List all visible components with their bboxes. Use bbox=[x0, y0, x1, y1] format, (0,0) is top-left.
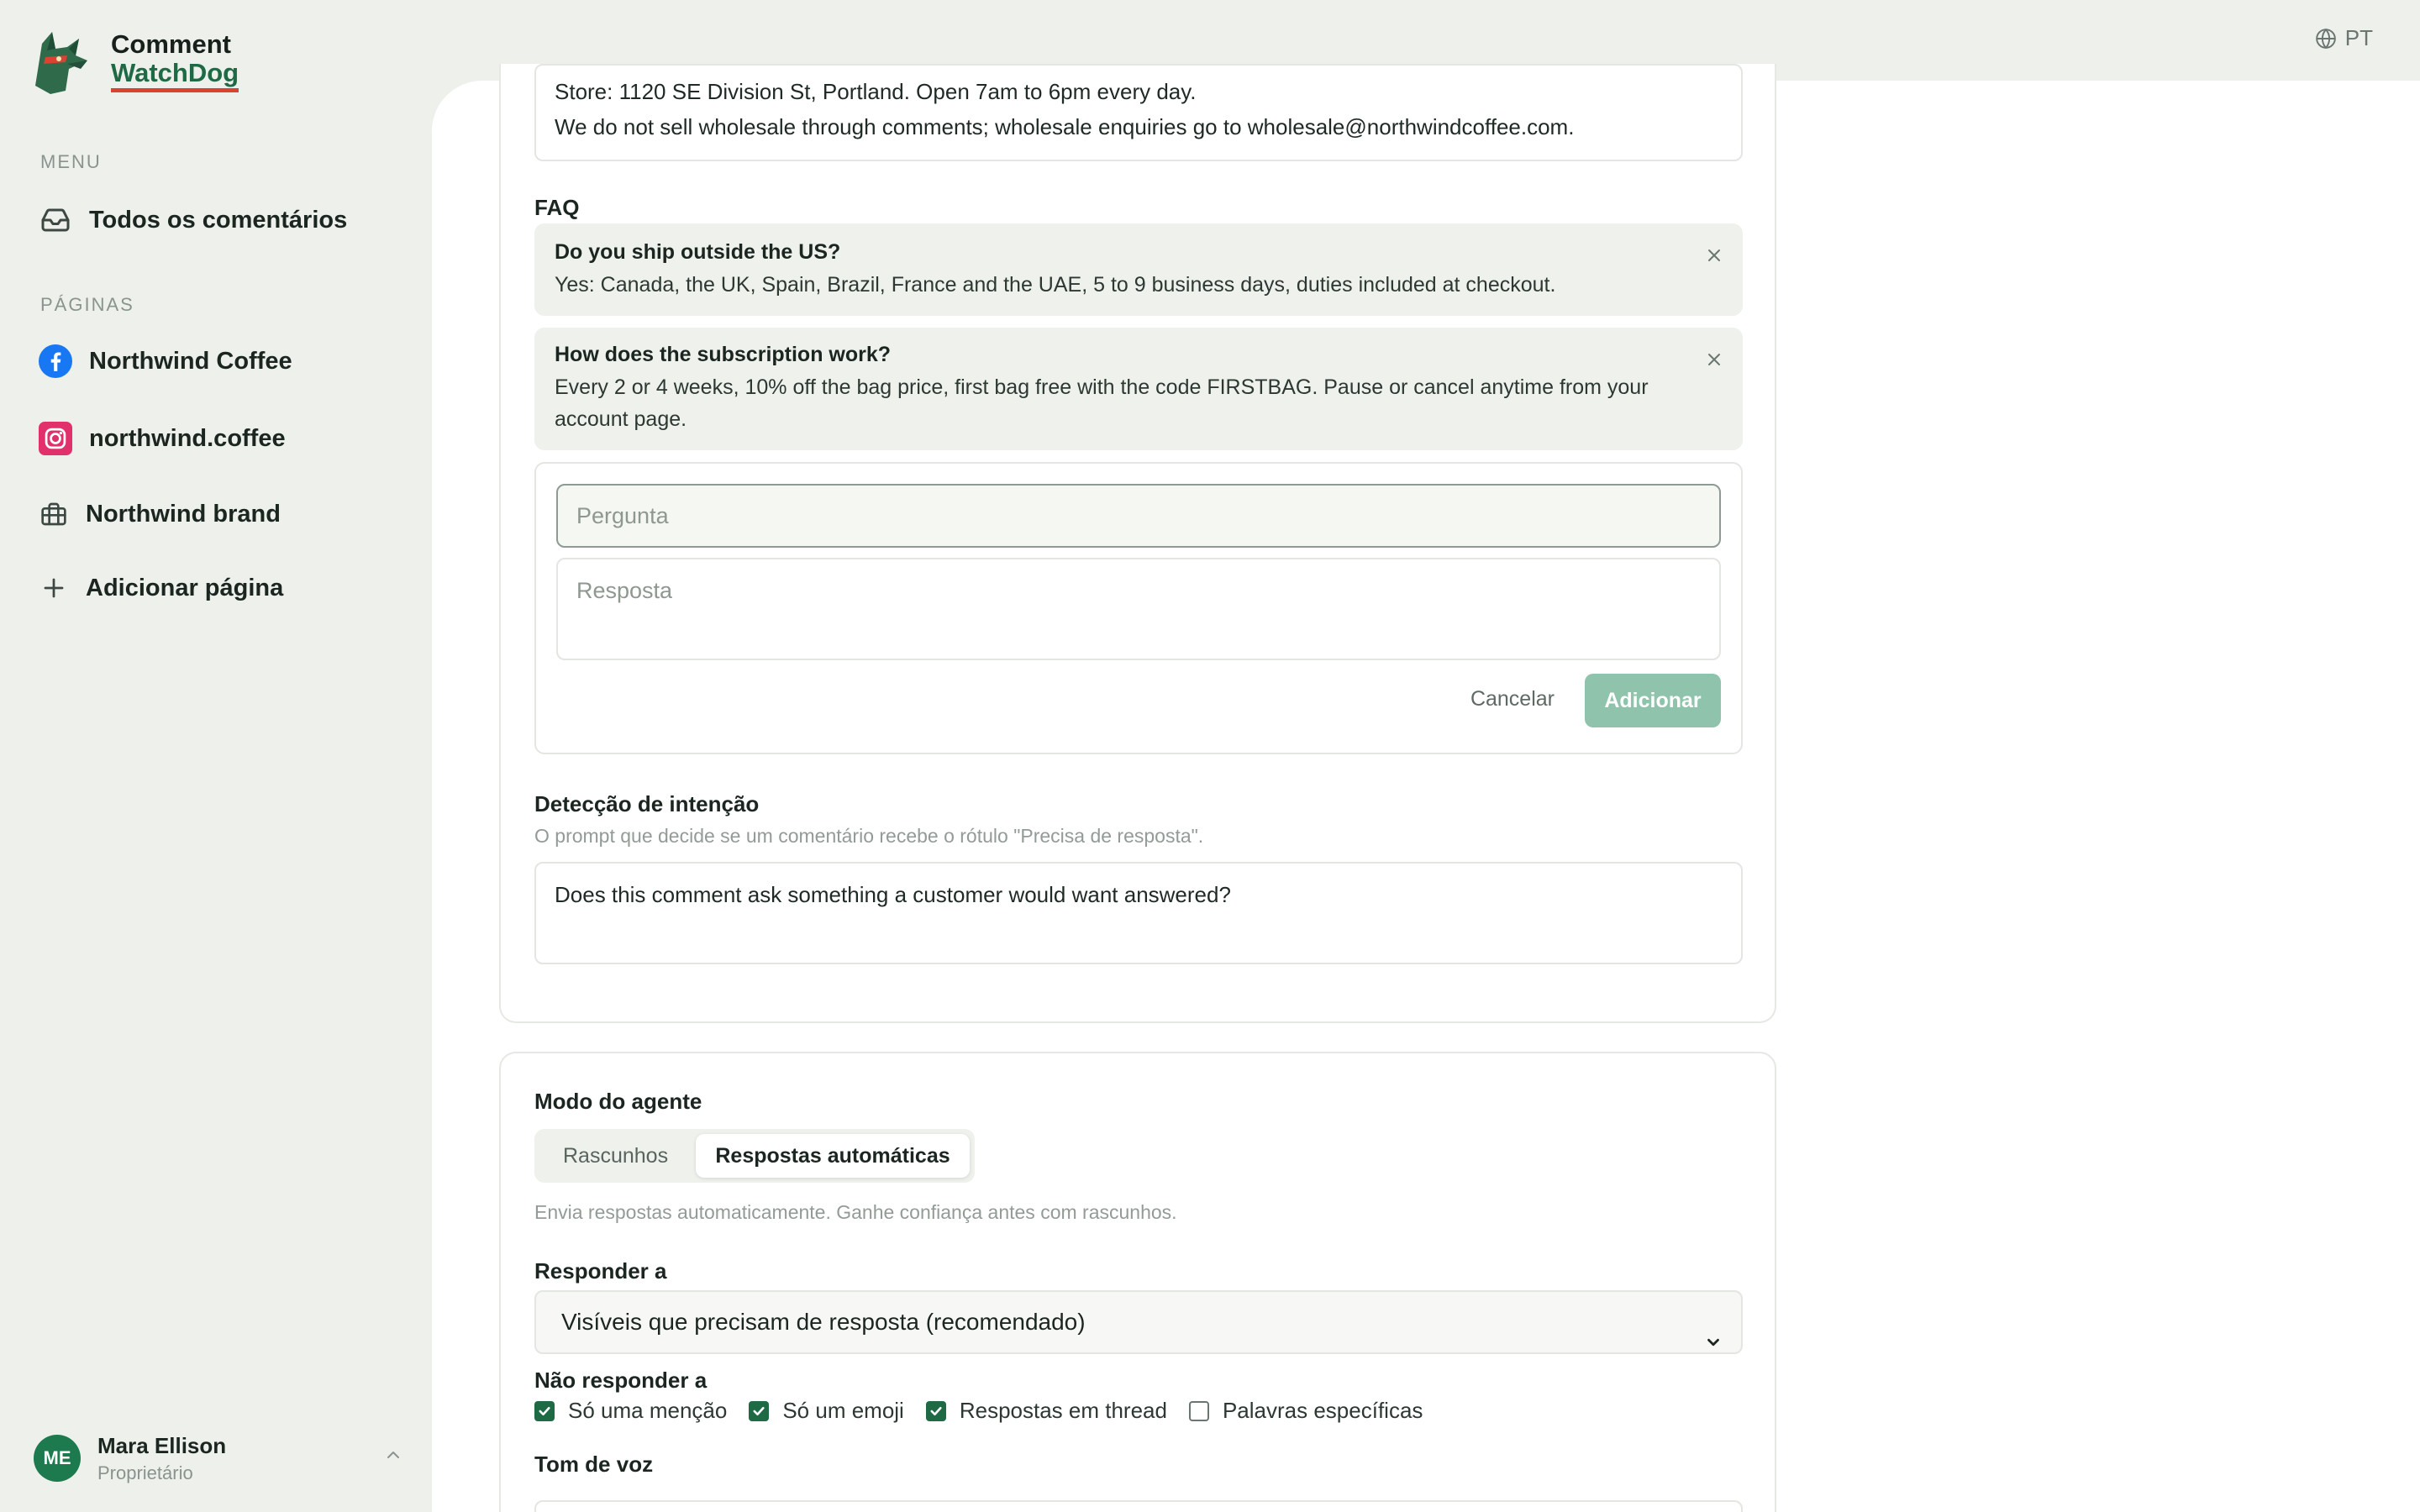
user-menu[interactable]: ME Mara Ellison Proprietário bbox=[34, 1433, 403, 1483]
chevron-up-icon bbox=[383, 1445, 403, 1469]
tab-drafts[interactable]: Rascunhos bbox=[563, 1144, 668, 1168]
checkbox-only-mention[interactable]: Só uma menção bbox=[534, 1398, 727, 1424]
app-root: Comment WatchDog MENU Todos os comentári… bbox=[0, 0, 2420, 1512]
checkbox-label: Respostas em thread bbox=[959, 1398, 1167, 1423]
business-info-line-1: Store: 1120 SE Division St, Portland. Op… bbox=[555, 79, 1197, 104]
inbox-icon bbox=[39, 203, 72, 237]
intent-detection-help: O prompt que decide se um comentário rec… bbox=[534, 825, 1204, 847]
business-info-line-2: We do not sell wholesale through comment… bbox=[555, 114, 1575, 139]
faq-answer-input[interactable]: Resposta bbox=[556, 558, 1721, 660]
faq-item: How does the subscription work? Every 2 … bbox=[534, 328, 1743, 450]
cancel-button[interactable]: Cancelar bbox=[1470, 687, 1555, 711]
agent-mode-label: Modo do agente bbox=[534, 1089, 702, 1114]
pages-section-label: PÁGINAS bbox=[40, 294, 134, 315]
dont-reply-label: Não responder a bbox=[534, 1368, 708, 1393]
faq-answer: Yes: Canada, the UK, Spain, Brazil, Fran… bbox=[555, 273, 1556, 297]
remove-faq-close-icon[interactable] bbox=[1704, 245, 1724, 270]
instagram-icon bbox=[39, 422, 72, 455]
facebook-icon bbox=[39, 344, 72, 378]
logo-text-watchdog: WatchDog bbox=[111, 58, 239, 92]
add-faq-button[interactable]: Adicionar bbox=[1585, 674, 1721, 727]
checkbox-checked-icon bbox=[925, 1400, 946, 1421]
checkbox-checked-icon bbox=[534, 1400, 555, 1421]
agent-mode-toggle: Rascunhos Respostas automáticas bbox=[534, 1129, 975, 1183]
tone-of-voice-label: Tom de voz bbox=[534, 1452, 654, 1477]
exclusion-checkboxes: Só uma menção Só um emoji Respostas em t… bbox=[534, 1398, 1444, 1424]
globe-icon bbox=[2315, 28, 2336, 49]
agent-mode-help: Envia respostas automaticamente. Ganhe c… bbox=[534, 1201, 1177, 1223]
logo-text-comment: Comment bbox=[111, 29, 231, 60]
faq-question: Do you ship outside the US? bbox=[555, 240, 841, 264]
checkbox-checked-icon bbox=[749, 1400, 770, 1421]
logo[interactable]: Comment WatchDog bbox=[27, 27, 239, 96]
chevron-down-icon bbox=[1704, 1314, 1723, 1374]
intent-prompt-textarea[interactable]: Does this comment ask something a custom… bbox=[534, 862, 1743, 964]
sidebar-item-all-comments[interactable]: Todos os comentários bbox=[39, 203, 347, 237]
faq-question: How does the subscription work? bbox=[555, 343, 892, 366]
tab-auto-replies[interactable]: Respostas automáticas bbox=[696, 1134, 970, 1178]
remove-faq-close-icon[interactable] bbox=[1704, 349, 1724, 374]
checkbox-label: Só uma menção bbox=[568, 1398, 728, 1423]
checkbox-specific-words[interactable]: Palavras específicas bbox=[1188, 1398, 1423, 1424]
reply-to-label: Responder a bbox=[534, 1258, 667, 1284]
user-name: Mara Ellison bbox=[97, 1432, 227, 1458]
checkbox-only-emoji[interactable]: Só um emoji bbox=[749, 1398, 904, 1424]
knowledge-card: Store: 1120 SE Division St, Portland. Op… bbox=[499, 64, 1776, 1023]
sidebar-item-label: Northwind brand bbox=[86, 500, 281, 528]
add-page-button[interactable]: Adicionar página bbox=[39, 573, 283, 603]
sidebar-item-label: Todos os comentários bbox=[89, 206, 348, 234]
menu-section-label: MENU bbox=[40, 151, 102, 172]
checkbox-label: Palavras específicas bbox=[1222, 1398, 1423, 1423]
watchdog-logo-icon bbox=[35, 32, 87, 94]
language-switcher[interactable]: PT bbox=[2315, 25, 2373, 51]
faq-answer: Every 2 or 4 weeks, 10% off the bag pric… bbox=[555, 375, 1649, 431]
faq-item: Do you ship outside the US? Yes: Canada,… bbox=[534, 223, 1743, 316]
sidebar: Comment WatchDog MENU Todos os comentári… bbox=[0, 0, 432, 1512]
sidebar-item-northwind-brand[interactable]: Northwind brand bbox=[39, 499, 281, 529]
intent-prompt-text: Does this comment ask something a custom… bbox=[555, 882, 1231, 907]
checkbox-thread-replies[interactable]: Respostas em thread bbox=[925, 1398, 1167, 1424]
sidebar-item-label: Northwind Coffee bbox=[89, 347, 292, 375]
add-page-label: Adicionar página bbox=[86, 574, 284, 601]
reply-to-value: Visíveis que precisam de resposta (recom… bbox=[561, 1309, 1086, 1335]
plus-icon bbox=[39, 573, 69, 603]
user-role: Proprietário bbox=[97, 1462, 193, 1483]
faq-label: FAQ bbox=[534, 195, 580, 220]
avatar: ME bbox=[34, 1435, 81, 1482]
add-faq-form: Pergunta Resposta Cancelar Adicionar bbox=[534, 462, 1743, 754]
main-panel: Store: 1120 SE Division St, Portland. Op… bbox=[432, 64, 2420, 1512]
reply-to-select[interactable]: Visíveis que precisam de resposta (recom… bbox=[534, 1290, 1743, 1354]
sidebar-item-northwind-instagram[interactable]: northwind.coffee bbox=[39, 422, 286, 455]
agent-settings-card: Modo do agente Rascunhos Respostas autom… bbox=[499, 1052, 1776, 1512]
tone-of-voice-field[interactable] bbox=[534, 1500, 1743, 1512]
sidebar-item-label: northwind.coffee bbox=[89, 424, 286, 452]
intent-detection-label: Detecção de intenção bbox=[534, 791, 760, 816]
sidebar-item-northwind-coffee[interactable]: Northwind Coffee bbox=[39, 344, 292, 378]
checkbox-label: Só um emoji bbox=[782, 1398, 904, 1423]
faq-question-input[interactable]: Pergunta bbox=[556, 484, 1721, 548]
language-code: PT bbox=[2344, 25, 2373, 50]
briefcase-icon bbox=[39, 499, 69, 529]
checkbox-unchecked-icon bbox=[1188, 1400, 1209, 1421]
business-info-textarea[interactable]: Store: 1120 SE Division St, Portland. Op… bbox=[534, 64, 1743, 161]
